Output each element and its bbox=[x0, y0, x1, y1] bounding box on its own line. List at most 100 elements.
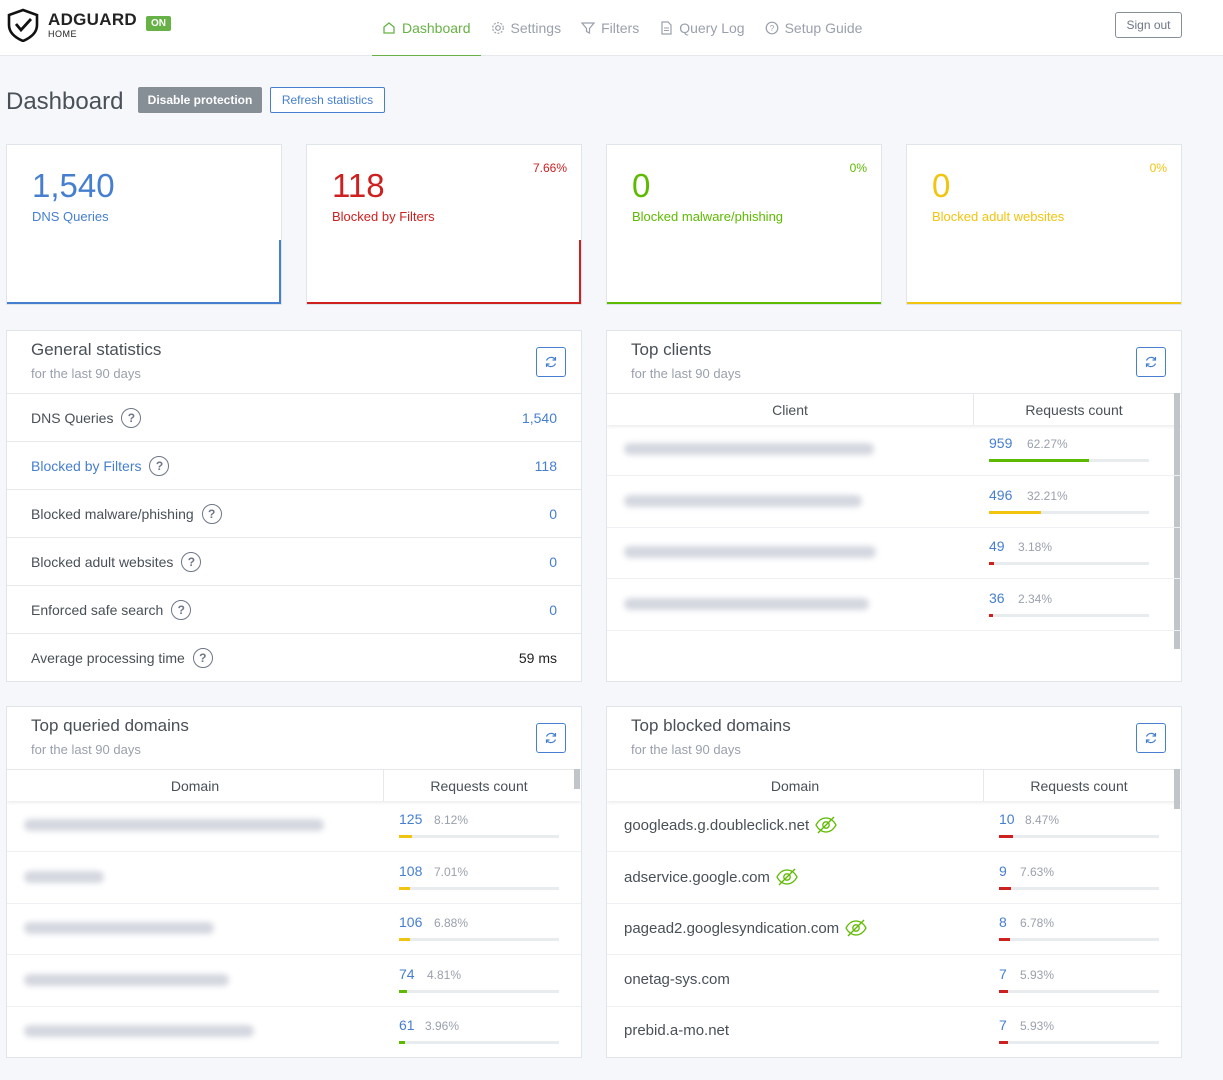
request-count: 10 bbox=[999, 811, 1015, 827]
client-name-redacted bbox=[624, 495, 862, 507]
stat-row-dns-queries: DNS Queries? 1,540 bbox=[7, 393, 581, 441]
panel-subtitle: for the last 90 days bbox=[31, 366, 141, 381]
column-header-domain[interactable]: Domain bbox=[607, 770, 984, 801]
eye-off-icon[interactable] bbox=[776, 868, 798, 886]
table-row[interactable]: onetag-sys.com 7 5.93% bbox=[607, 956, 1181, 1007]
table-row[interactable]: 106 6.88% bbox=[7, 904, 581, 955]
nav-settings[interactable]: Settings bbox=[481, 0, 572, 56]
help-icon[interactable]: ? bbox=[181, 551, 202, 572]
progress-fill bbox=[989, 459, 1089, 462]
panel-title: Top clients bbox=[631, 340, 712, 359]
help-icon[interactable]: ? bbox=[171, 599, 192, 620]
disable-protection-button[interactable]: Disable protection bbox=[138, 87, 262, 113]
stat-row-label: DNS Queries bbox=[31, 409, 114, 426]
adguard-logo[interactable]: ADGUARD HOME bbox=[6, 8, 137, 42]
stat-graph-spike bbox=[279, 240, 281, 304]
table-row[interactable]: pagead2.googlesyndication.com 8 6.78% bbox=[607, 904, 1181, 955]
refresh-statistics-button[interactable]: Refresh statistics bbox=[270, 87, 385, 113]
refresh-button[interactable] bbox=[1136, 347, 1166, 377]
nav-settings-label: Settings bbox=[510, 20, 562, 36]
domain-name: googleads.g.doubleclick.net bbox=[624, 816, 810, 834]
domain-name-redacted bbox=[24, 871, 104, 883]
request-percent: 4.81% bbox=[427, 968, 462, 982]
help-icon[interactable]: ? bbox=[192, 647, 213, 668]
progress-fill bbox=[989, 614, 993, 617]
refresh-icon bbox=[545, 356, 557, 368]
help-icon[interactable]: ? bbox=[201, 503, 222, 524]
sign-out-button[interactable]: Sign out bbox=[1115, 12, 1182, 38]
stat-label: Blocked adult websites bbox=[932, 209, 1065, 224]
stat-value: 0 bbox=[632, 167, 651, 204]
help-icon[interactable]: ? bbox=[121, 407, 142, 428]
domain-name: adservice.google.com bbox=[624, 868, 770, 886]
shield-icon bbox=[7, 8, 39, 42]
table-row[interactable]: 61 3.96% bbox=[7, 1007, 581, 1057]
nav-filters[interactable]: Filters bbox=[571, 0, 649, 56]
panel-subtitle: for the last 90 days bbox=[31, 742, 141, 757]
top-queried-domains-panel: Top queried domains for the last 90 days… bbox=[6, 706, 582, 1058]
progress-fill bbox=[399, 938, 410, 941]
request-percent: 7.63% bbox=[1020, 865, 1055, 879]
progress-track bbox=[399, 938, 559, 941]
table-header: Domain Requests count bbox=[607, 769, 1181, 801]
progress-track bbox=[999, 887, 1159, 890]
table-row[interactable]: 49 3.18% bbox=[607, 528, 1181, 579]
eye-off-icon[interactable] bbox=[845, 919, 867, 937]
stat-row-label: Blocked adult websites bbox=[31, 553, 174, 570]
column-header-domain[interactable]: Domain bbox=[7, 770, 384, 801]
domain-name-redacted bbox=[24, 922, 214, 934]
progress-track bbox=[399, 1041, 559, 1044]
progress-fill bbox=[999, 835, 1013, 838]
progress-track bbox=[399, 990, 559, 993]
refresh-button[interactable] bbox=[1136, 723, 1166, 753]
table-row[interactable]: 108 7.01% bbox=[7, 853, 581, 904]
table-row[interactable]: 74 4.81% bbox=[7, 956, 581, 1007]
stat-value: 0 bbox=[932, 167, 951, 204]
stat-row-label: Average processing time bbox=[31, 649, 185, 666]
top-clients-panel: Top clients for the last 90 days Client … bbox=[606, 330, 1182, 682]
stat-row-label[interactable]: Blocked by Filters bbox=[31, 458, 141, 474]
request-percent: 32.21% bbox=[1027, 489, 1068, 503]
domain-name: prebid.a-mo.net bbox=[624, 1022, 730, 1039]
request-count: 108 bbox=[399, 863, 423, 879]
table-row[interactable]: 959 62.27% bbox=[607, 425, 1181, 476]
panel-title: Top blocked domains bbox=[631, 716, 791, 735]
progress-track bbox=[399, 887, 559, 890]
refresh-button[interactable] bbox=[536, 723, 566, 753]
table-row[interactable]: 496 32.21% bbox=[607, 477, 1181, 528]
request-count: 74 bbox=[399, 966, 415, 982]
column-header-client[interactable]: Client bbox=[607, 394, 974, 425]
logo-subtitle: HOME bbox=[48, 29, 77, 39]
request-percent: 6.78% bbox=[1020, 916, 1055, 930]
page-title: Dashboard bbox=[6, 88, 124, 115]
help-icon[interactable]: ? bbox=[149, 455, 170, 476]
panel-title: General statistics bbox=[31, 340, 162, 359]
stat-graph-line bbox=[7, 302, 281, 304]
stat-row-blocked-filters: Blocked by Filters? 118 bbox=[7, 441, 581, 489]
table-row[interactable]: 125 8.12% bbox=[7, 801, 581, 852]
nav-setup-guide[interactable]: ? Setup Guide bbox=[755, 0, 873, 56]
request-percent: 8.12% bbox=[434, 813, 469, 827]
panel-subtitle: for the last 90 days bbox=[631, 742, 741, 757]
stat-row-blocked-adult: Blocked adult websites? 0 bbox=[7, 537, 581, 585]
column-header-requests[interactable]: Requests count bbox=[384, 770, 574, 801]
progress-track bbox=[999, 990, 1159, 993]
request-count: 9 bbox=[999, 863, 1007, 879]
top-header: ADGUARD HOME ON Dashboard Settings Filte… bbox=[0, 0, 1223, 56]
table-row[interactable]: googleads.g.doubleclick.net 10 8.47% bbox=[607, 801, 1181, 852]
progress-track bbox=[989, 614, 1149, 617]
table-row[interactable]: adservice.google.com 9 7.63% bbox=[607, 853, 1181, 904]
stat-percent: 0% bbox=[849, 161, 867, 175]
domain-cell: onetag-sys.com bbox=[624, 971, 730, 988]
refresh-button[interactable] bbox=[536, 347, 566, 377]
stat-row-avg-time: Average processing time? 59 ms bbox=[7, 633, 581, 681]
eye-off-icon[interactable] bbox=[815, 816, 837, 834]
scrollbar[interactable] bbox=[574, 769, 580, 789]
nav-query-log[interactable]: Query Log bbox=[649, 0, 754, 56]
stat-value: 118 bbox=[332, 167, 385, 204]
table-row[interactable]: prebid.a-mo.net 7 5.93% bbox=[607, 1007, 1181, 1057]
column-header-requests[interactable]: Requests count bbox=[974, 394, 1174, 425]
column-header-requests[interactable]: Requests count bbox=[984, 770, 1174, 801]
table-row[interactable]: 36 2.34% bbox=[607, 580, 1181, 631]
nav-dashboard[interactable]: Dashboard bbox=[372, 0, 481, 56]
